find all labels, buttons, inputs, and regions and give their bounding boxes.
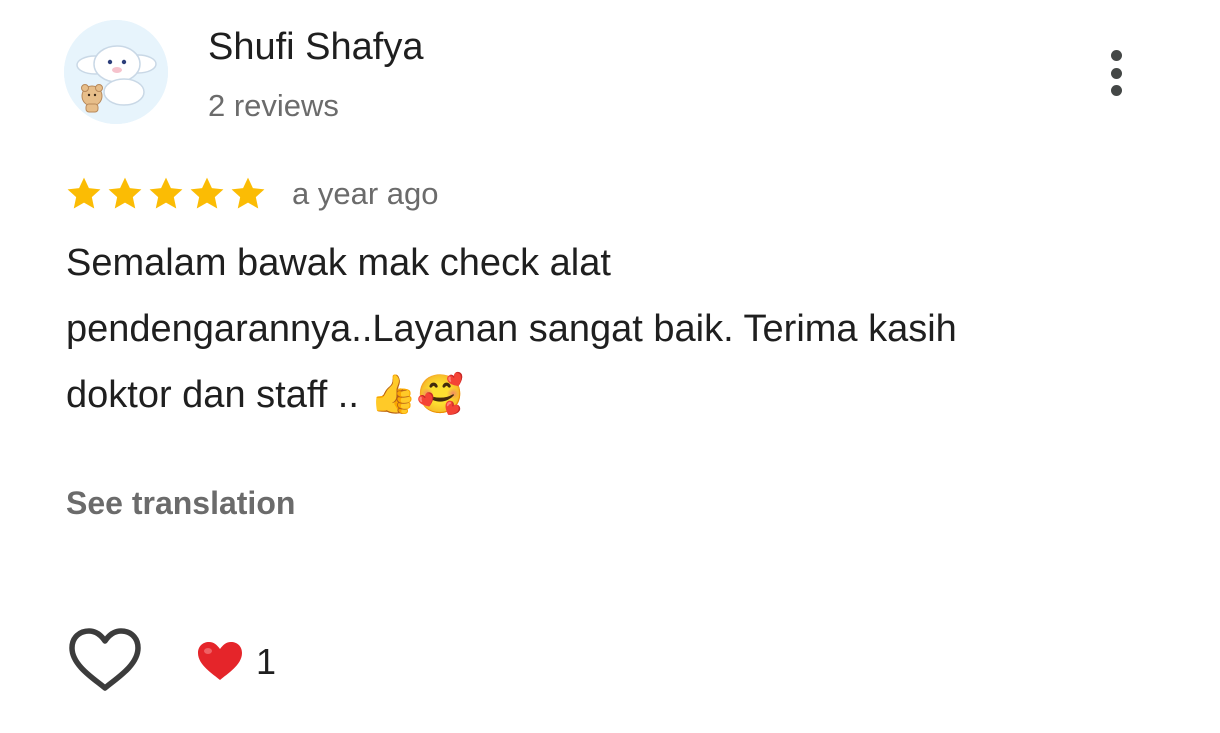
- review-text: Semalam bawak mak check alat pendengaran…: [66, 230, 1146, 428]
- author-avatar[interactable]: [64, 20, 168, 124]
- author-name[interactable]: Shufi Shafya: [208, 24, 423, 70]
- rating-row: a year ago: [64, 172, 439, 216]
- author-review-count[interactable]: 2 reviews: [208, 86, 339, 126]
- review-text-line: pendengarannya..Layanan sangat baik. Ter…: [66, 308, 957, 350]
- star-filled-icon: [149, 177, 183, 209]
- star-filled-icon: [231, 177, 265, 209]
- star-filled-icon: [108, 177, 142, 209]
- star-filled-icon: [190, 177, 224, 209]
- star-rating: [64, 174, 268, 214]
- star-filled-icon: [67, 177, 101, 209]
- review-text-line: doktor dan staff .. 👍🥰: [66, 374, 465, 416]
- reaction-summary[interactable]: 1: [196, 638, 276, 686]
- like-button[interactable]: [66, 626, 144, 694]
- heart-outline-icon: [69, 628, 141, 691]
- red-heart-emoji-icon: [198, 642, 242, 680]
- review-card: Shufi Shafya 2 reviews a year ago Semala…: [0, 0, 1220, 733]
- three-dots-vertical-icon-dot: [1110, 85, 1122, 96]
- review-date: a year ago: [292, 176, 439, 211]
- three-dots-vertical-icon-dot: [1110, 67, 1122, 79]
- three-dots-vertical-icon: [1110, 50, 1122, 61]
- reaction-count: 1: [256, 641, 277, 682]
- more-options-button[interactable]: [1096, 44, 1136, 102]
- puppy-avatar-icon: [64, 20, 168, 124]
- see-translation-link[interactable]: See translation: [66, 482, 295, 524]
- review-text-line: Semalam bawak mak check alat: [66, 242, 611, 284]
